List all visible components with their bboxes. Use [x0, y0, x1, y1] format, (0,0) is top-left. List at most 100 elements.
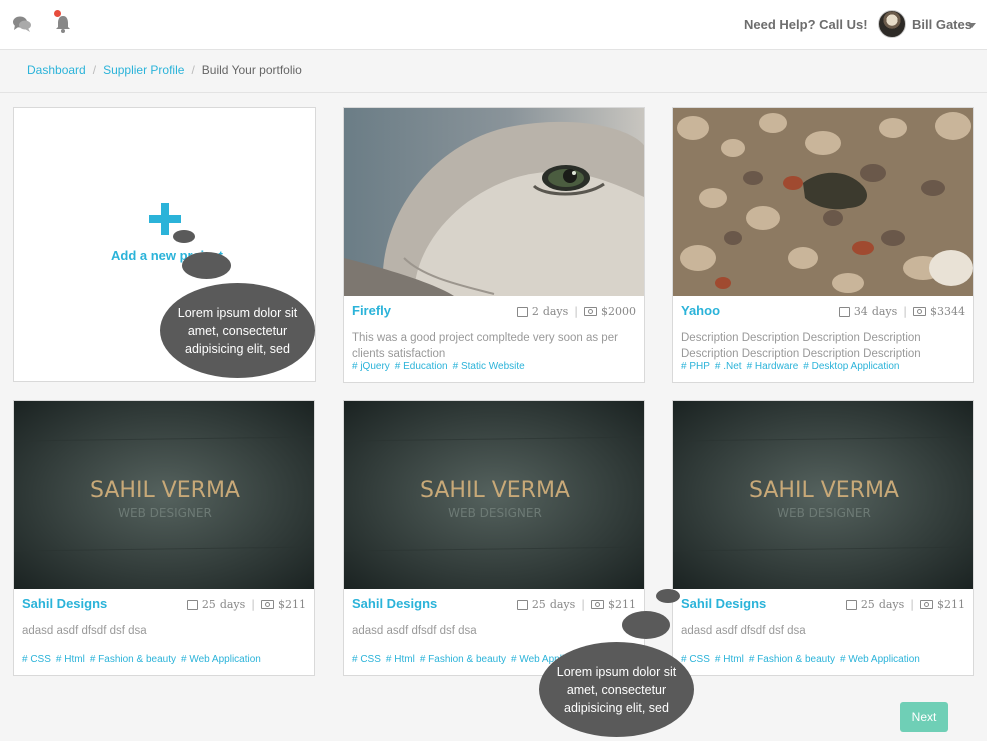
- top-bar: Need Help? Call Us! Bill Gates: [0, 0, 987, 50]
- project-image[interactable]: SAHIL VERMA WEB DESIGNER: [344, 401, 644, 589]
- banner-name: SAHIL VERMA: [420, 478, 570, 503]
- project-image[interactable]: SAHIL VERMA WEB DESIGNER: [14, 401, 314, 589]
- breadcrumb: Dashboard / Supplier Profile / Build You…: [27, 63, 302, 77]
- project-days-unit: days: [549, 598, 576, 611]
- tag-link[interactable]: # Web Application: [181, 654, 261, 665]
- calendar-icon: [516, 306, 528, 317]
- project-days: 25: [201, 598, 216, 611]
- project-card-sahil-designs[interactable]: SAHIL VERMA WEB DESIGNER Sahil Designs 2…: [343, 400, 645, 676]
- project-card-sahil-designs[interactable]: SAHIL VERMA WEB DESIGNER Sahil Designs 2…: [13, 400, 315, 676]
- project-days-unit: days: [878, 598, 905, 611]
- breadcrumb-dashboard[interactable]: Dashboard: [27, 63, 86, 77]
- project-card-sahil-designs[interactable]: SAHIL VERMA WEB DESIGNER Sahil Designs 2…: [672, 400, 974, 676]
- project-title[interactable]: Sahil Designs: [22, 596, 107, 611]
- banner-role: WEB DESIGNER: [777, 506, 871, 520]
- tooltip-bubble: Lorem ipsum dolor sit amet, consectetur …: [160, 283, 315, 378]
- project-days-unit: days: [871, 305, 898, 318]
- tag-link[interactable]: # Fashion & beauty: [749, 654, 835, 665]
- project-tags: # jQuery # Education # Static Website: [352, 361, 530, 372]
- project-days: 25: [860, 598, 875, 611]
- project-card-yahoo[interactable]: Yahoo 34 days | $3344 Description Descri…: [672, 107, 974, 383]
- project-tags: # CSS # Html # Fashion & beauty # Web Appli…: [22, 654, 266, 665]
- project-title[interactable]: Sahil Designs: [681, 596, 766, 611]
- money-icon: [591, 600, 604, 609]
- project-meta: 25 days | $211: [516, 598, 636, 611]
- banner-role: WEB DESIGNER: [448, 506, 542, 520]
- next-button[interactable]: Next: [900, 702, 948, 732]
- tooltip-bubble: Lorem ipsum dolor sit amet, consectetur …: [539, 642, 694, 737]
- tag-link[interactable]: # Fashion & beauty: [420, 654, 506, 665]
- meta-divider: |: [910, 598, 914, 611]
- avatar[interactable]: [878, 10, 906, 38]
- tag-link[interactable]: # CSS: [352, 654, 381, 665]
- banner-name: SAHIL VERMA: [90, 478, 240, 503]
- project-title[interactable]: Firefly: [352, 303, 391, 318]
- project-image[interactable]: [344, 108, 644, 296]
- project-price: $2000: [601, 305, 636, 318]
- breadcrumb-current: Build Your portfolio: [201, 63, 302, 77]
- project-days: 34: [853, 305, 868, 318]
- breadcrumb-supplier-profile[interactable]: Supplier Profile: [103, 63, 184, 77]
- banner-name: SAHIL VERMA: [749, 478, 899, 503]
- project-days: 2: [531, 305, 539, 318]
- tag-link[interactable]: # Hardware: [747, 361, 799, 372]
- project-days: 25: [531, 598, 546, 611]
- project-price: $3344: [930, 305, 965, 318]
- thought-bubble-dot: [173, 230, 195, 243]
- project-meta: 2 days | $2000: [516, 305, 636, 318]
- project-meta: 34 days | $3344: [838, 305, 965, 318]
- tag-link[interactable]: # Web Application: [840, 654, 920, 665]
- project-price: $211: [608, 598, 636, 611]
- project-image[interactable]: [673, 108, 973, 296]
- calendar-icon: [845, 599, 857, 610]
- meta-divider: |: [251, 598, 255, 611]
- project-price: $211: [937, 598, 965, 611]
- project-meta: 25 days | $211: [186, 598, 306, 611]
- tag-link[interactable]: # CSS: [22, 654, 51, 665]
- tag-link[interactable]: # Desktop Application: [803, 361, 899, 372]
- project-days-unit: days: [542, 305, 569, 318]
- money-icon: [584, 307, 597, 316]
- tag-link[interactable]: # CSS: [681, 654, 710, 665]
- project-tags: # PHP # .Net # Hardware # Desktop Applicati…: [681, 361, 904, 372]
- tag-link[interactable]: # Html: [56, 654, 85, 665]
- chevron-down-icon[interactable]: [968, 23, 976, 28]
- project-description: adasd asdf dfsdf dsf dsa: [681, 625, 806, 637]
- money-icon: [261, 600, 274, 609]
- thought-bubble-dot: [656, 589, 680, 603]
- meta-divider: |: [903, 305, 907, 318]
- breadcrumb-separator: /: [92, 63, 97, 77]
- banner-role: WEB DESIGNER: [118, 506, 212, 520]
- project-meta: 25 days | $211: [845, 598, 965, 611]
- breadcrumb-bar: Dashboard / Supplier Profile / Build You…: [0, 50, 987, 93]
- tag-link[interactable]: # .Net: [715, 361, 742, 372]
- meta-divider: |: [581, 598, 585, 611]
- project-description: adasd asdf dfsdf dsf dsa: [22, 625, 147, 637]
- tag-link[interactable]: # jQuery: [352, 361, 390, 372]
- meta-divider: |: [574, 305, 578, 318]
- project-tags: # CSS # Html # Fashion & beauty # Web Appli…: [681, 654, 925, 665]
- chat-icon[interactable]: [12, 15, 32, 33]
- tag-link[interactable]: # Html: [715, 654, 744, 665]
- thought-bubble-dot: [622, 611, 670, 639]
- tag-link[interactable]: # PHP: [681, 361, 710, 372]
- calendar-icon: [838, 306, 850, 317]
- bell-icon[interactable]: [53, 14, 73, 34]
- tag-link[interactable]: # Static Website: [453, 361, 525, 372]
- project-title[interactable]: Sahil Designs: [352, 596, 437, 611]
- breadcrumb-separator: /: [191, 63, 195, 77]
- project-price: $211: [278, 598, 306, 611]
- tag-link[interactable]: # Education: [395, 361, 448, 372]
- user-name[interactable]: Bill Gates: [912, 17, 972, 32]
- help-text[interactable]: Need Help? Call Us!: [744, 17, 868, 32]
- project-card-firefly[interactable]: Firefly 2 days | $2000 This was a good p…: [343, 107, 645, 383]
- project-days-unit: days: [219, 598, 246, 611]
- tag-link[interactable]: # Fashion & beauty: [90, 654, 176, 665]
- tag-link[interactable]: # Html: [386, 654, 415, 665]
- money-icon: [913, 307, 926, 316]
- plus-icon[interactable]: [149, 203, 181, 235]
- calendar-icon: [516, 599, 528, 610]
- project-image[interactable]: SAHIL VERMA WEB DESIGNER: [673, 401, 973, 589]
- calendar-icon: [186, 599, 198, 610]
- project-title[interactable]: Yahoo: [681, 303, 720, 318]
